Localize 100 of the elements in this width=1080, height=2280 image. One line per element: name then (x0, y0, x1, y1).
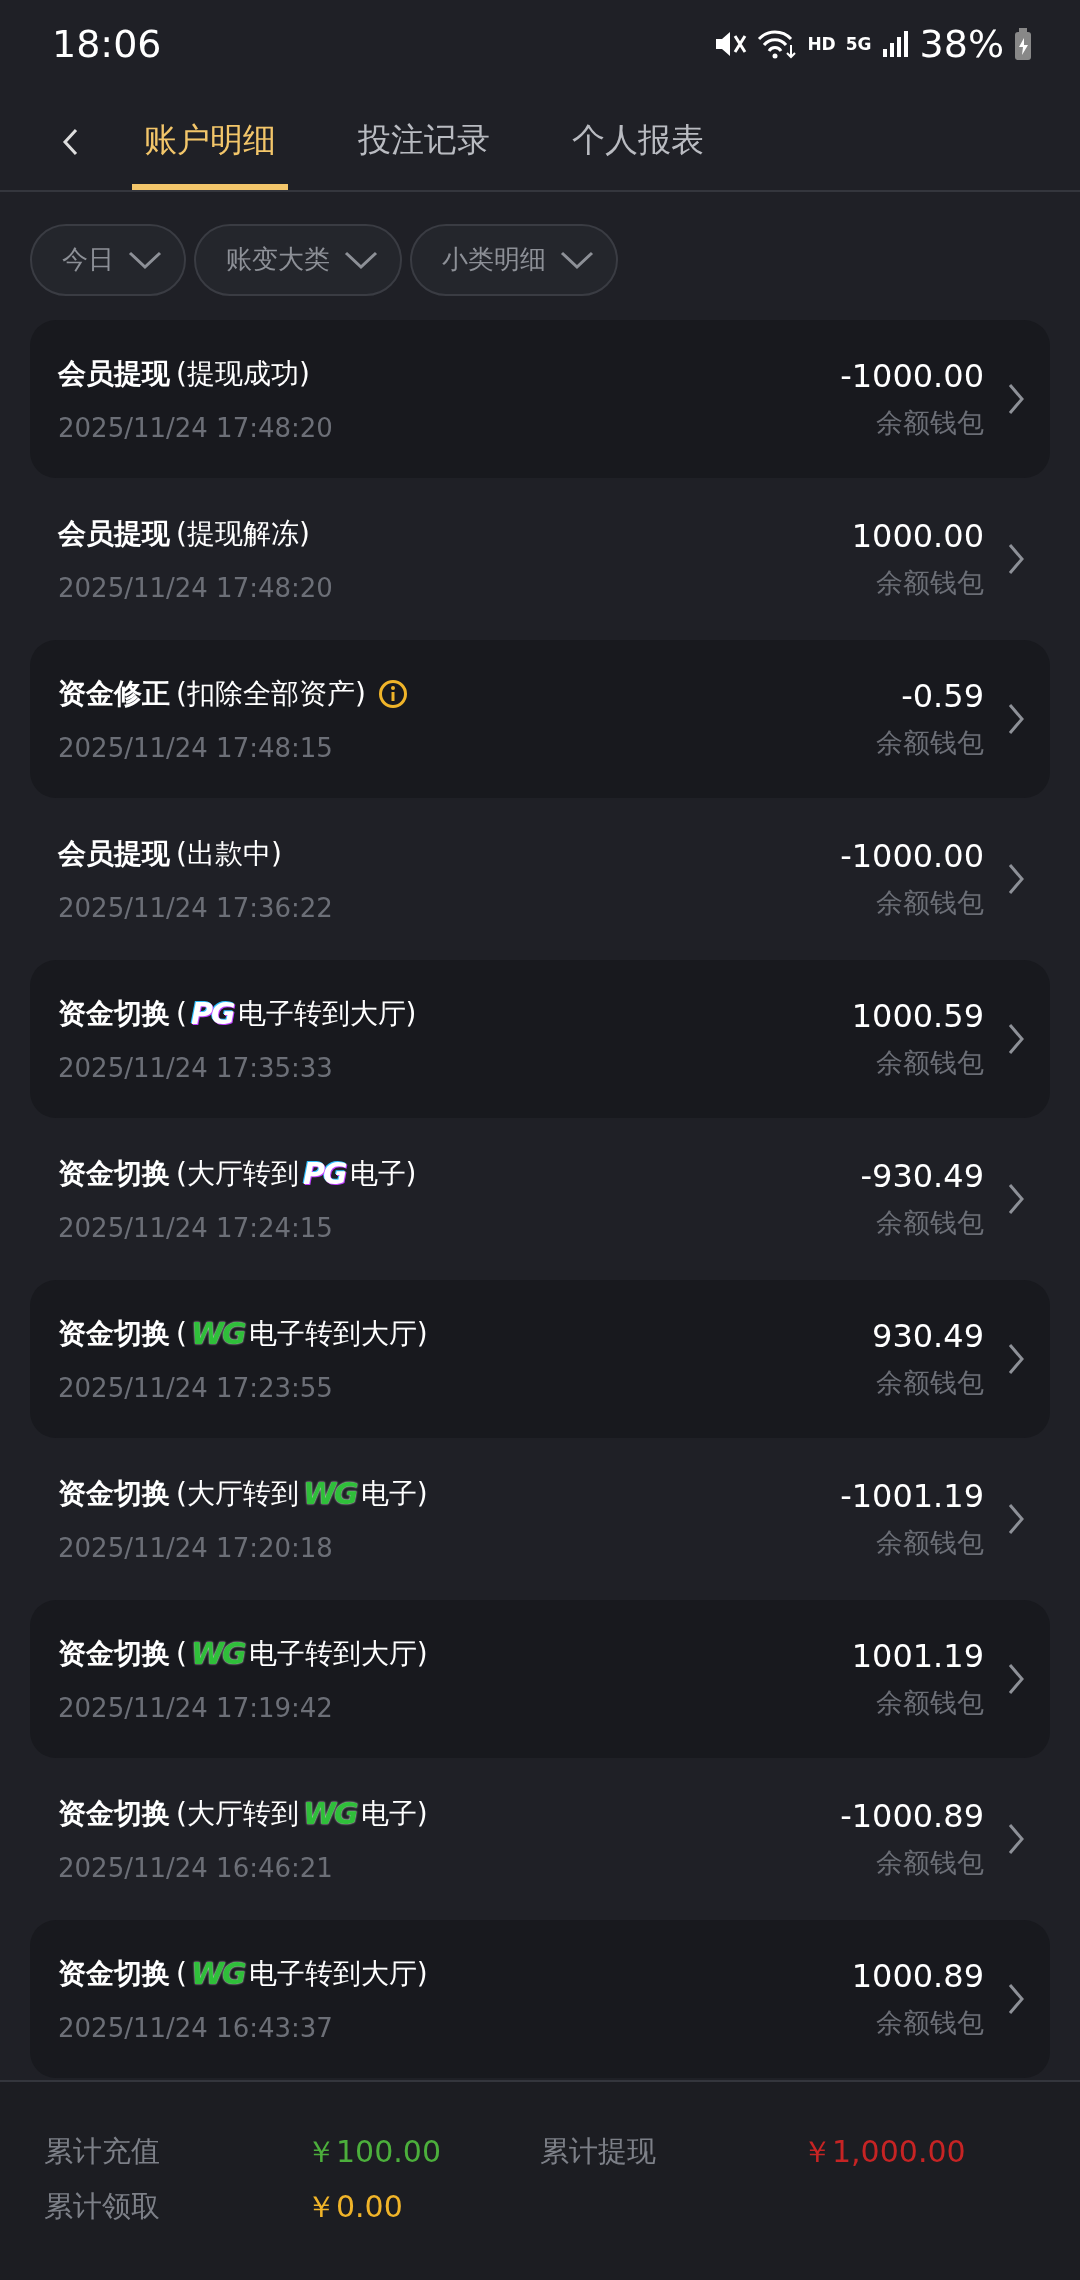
amount: -930.49 (860, 1156, 984, 1195)
transaction-time: 2025/11/24 17:19:42 (58, 1692, 334, 1723)
transaction-time: 2025/11/24 16:43:37 (58, 2012, 334, 2043)
transaction-detail: ( (176, 1637, 187, 1670)
transaction-card[interactable]: 资金切换 (大厅转到 PG电子) 2025/11/24 17:24:15 -930.49 余额钱包 (30, 1119, 1050, 1278)
transaction-detail: 电子转到大厅) (248, 1955, 428, 1992)
wallet-label: 余额钱包 (876, 1045, 984, 1080)
transaction-card[interactable]: 资金修正 (扣除全部资产) 2025/11/24 17:48:15 -0.59 余额钱包 (30, 639, 1050, 798)
transaction-card[interactable]: 资金切换 (WG电子转到大厅) 2025/11/24 17:23:55 930.49 余额钱包 (30, 1279, 1050, 1438)
transaction-card[interactable]: 资金切换 (WG电子转到大厅) 2025/11/24 16:43:37 1000.89 余额钱包 (30, 1919, 1050, 2078)
provider-logo: WG (189, 1956, 247, 1991)
transaction-type: 资金切换 (58, 1155, 170, 1192)
amount: -1000.00 (840, 836, 984, 875)
chevron-right-icon (1008, 1182, 1024, 1215)
summary-value: ￥100.00 (306, 2132, 442, 2171)
transaction-card[interactable]: 资金切换 (WG电子转到大厅) 2025/11/24 17:19:42 1001.19 余额钱包 (30, 1599, 1050, 1758)
network-label: 5G (845, 34, 872, 55)
summary-label: 累计提现 (540, 2132, 657, 2170)
amount: 1001.19 (851, 1636, 984, 1675)
chevron-right-icon (1008, 382, 1024, 415)
amount: 1000.89 (851, 1956, 984, 1995)
chevron-right-icon (1008, 1022, 1024, 1055)
amount: -1001.19 (840, 1476, 984, 1515)
tab[interactable]: 账户明细 (132, 98, 288, 190)
transaction-time: 2025/11/24 17:35:33 (58, 1052, 334, 1083)
amount: -0.59 (901, 676, 984, 715)
battery-icon (1014, 28, 1032, 61)
amount: 930.49 (872, 1316, 984, 1355)
transaction-detail: 电子) (360, 1795, 428, 1832)
chevron-right-icon (1008, 1342, 1024, 1375)
transaction-detail: 电子转到大厅) (248, 1315, 428, 1352)
transaction-time: 2025/11/24 17:20:18 (58, 1532, 334, 1563)
transaction-detail: ( (176, 997, 187, 1030)
chevron-down-icon (560, 249, 594, 270)
chevron-down-icon (344, 249, 378, 270)
chevron-right-icon (1008, 702, 1024, 735)
summary-label: 累计领取 (44, 2187, 161, 2225)
transaction-time: 2025/11/24 17:24:15 (58, 1212, 334, 1243)
transaction-time: 2025/11/24 17:48:20 (58, 572, 334, 603)
transaction-type: 资金切换 (58, 1475, 170, 1512)
transaction-type: 资金切换 (58, 995, 170, 1032)
amount: 1000.00 (851, 516, 984, 555)
transaction-type: 资金切换 (58, 1635, 170, 1672)
amount: 1000.59 (851, 996, 984, 1035)
transaction-card[interactable]: 资金切换 (大厅转到 WG电子) 2025/11/24 17:20:18 -1001.19 余额钱包 (30, 1439, 1050, 1598)
transaction-time: 2025/11/24 17:48:15 (58, 732, 334, 763)
summary-label: 累计充值 (44, 2132, 161, 2170)
back-icon (62, 127, 80, 156)
wallet-label: 余额钱包 (876, 1845, 984, 1880)
signal-icon (881, 29, 910, 60)
wallet-label: 余额钱包 (876, 2005, 984, 2040)
chevron-right-icon (1008, 1982, 1024, 2015)
transaction-type: 资金切换 (58, 1315, 170, 1352)
wallet-label: 余额钱包 (876, 885, 984, 920)
chevron-right-icon (1008, 862, 1024, 895)
wallet-label: 余额钱包 (876, 1525, 984, 1560)
filter-dropdown[interactable]: 小类明细 (410, 223, 618, 296)
tab[interactable]: 个人报表 (560, 98, 716, 190)
wallet-label: 余额钱包 (876, 1365, 984, 1400)
chevron-right-icon (1008, 1502, 1024, 1535)
wallet-label: 余额钱包 (876, 405, 984, 440)
transaction-card[interactable]: 会员提现 (提现解冻) 2025/11/24 17:48:20 1000.00 余额钱包 (30, 479, 1050, 638)
transaction-time: 2025/11/24 16:46:21 (58, 1852, 334, 1883)
summary-value: ￥0.00 (306, 2187, 404, 2226)
provider-logo: PG (301, 1156, 348, 1191)
transaction-detail: (提现成功) (176, 355, 310, 392)
transaction-detail: (提现解冻) (176, 515, 310, 552)
transaction-detail: 电子) (360, 1475, 428, 1512)
provider-logo: WG (301, 1476, 359, 1511)
transaction-card[interactable]: 会员提现 (提现成功) 2025/11/24 17:48:20 -1000.00 余额钱包 (30, 319, 1050, 478)
filter-dropdown[interactable]: 账变大类 (194, 223, 402, 296)
wallet-label: 余额钱包 (876, 1205, 984, 1240)
transaction-card[interactable]: 资金切换 (PG电子转到大厅) 2025/11/24 17:35:33 1000.59 余额钱包 (30, 959, 1050, 1118)
amount: -1000.89 (840, 1796, 984, 1835)
transaction-card[interactable]: 资金切换 (大厅转到 WG电子) 2025/11/24 16:46:21 -1000.89 余额钱包 (30, 1759, 1050, 1918)
transaction-card[interactable]: 会员提现 (出款中) 2025/11/24 17:36:22 -1000.00 余额钱包 (30, 799, 1050, 958)
provider-logo: WG (189, 1316, 247, 1351)
transaction-type: 会员提现 (58, 355, 170, 392)
network-label: HD (807, 34, 836, 55)
transaction-type: 资金切换 (58, 1795, 170, 1832)
transaction-detail: 电子) (349, 1155, 417, 1192)
chevron-right-icon (1008, 1822, 1024, 1855)
summary-value: ￥1,000.00 (802, 2132, 967, 2171)
transaction-time: 2025/11/24 17:23:55 (58, 1372, 334, 1403)
transaction-time: 2025/11/24 17:36:22 (58, 892, 334, 923)
transaction-detail: (出款中) (176, 835, 282, 872)
info-icon[interactable] (377, 678, 408, 709)
provider-logo: PG (189, 996, 236, 1031)
chevron-down-icon (128, 249, 162, 270)
filter-dropdown[interactable]: 今日 (30, 223, 186, 296)
transaction-detail: (大厅转到 (176, 1475, 299, 1512)
provider-logo: WG (189, 1636, 247, 1671)
transaction-detail: ( (176, 1317, 187, 1350)
wallet-label: 余额钱包 (876, 1685, 984, 1720)
transaction-detail: (大厅转到 (176, 1155, 299, 1192)
tab[interactable]: 投注记录 (346, 98, 502, 190)
clock: 18:06 (52, 22, 163, 67)
transaction-detail: (大厅转到 (176, 1795, 299, 1832)
transaction-type: 资金修正 (58, 675, 170, 712)
transaction-detail: 电子转到大厅) (248, 1635, 428, 1672)
